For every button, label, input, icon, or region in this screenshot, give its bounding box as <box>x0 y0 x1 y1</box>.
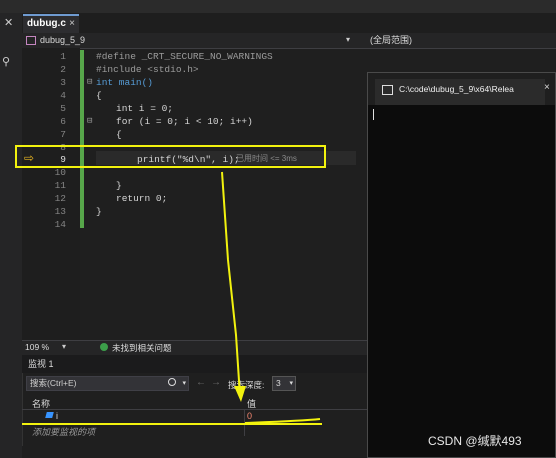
watermark: CSDN @缄默493 <box>428 434 522 448</box>
annotation-arrow-line <box>221 171 241 397</box>
annotation-arrow-head <box>234 386 246 402</box>
annotation-arrow <box>221 171 321 424</box>
annotation-underline-tail <box>244 418 321 424</box>
